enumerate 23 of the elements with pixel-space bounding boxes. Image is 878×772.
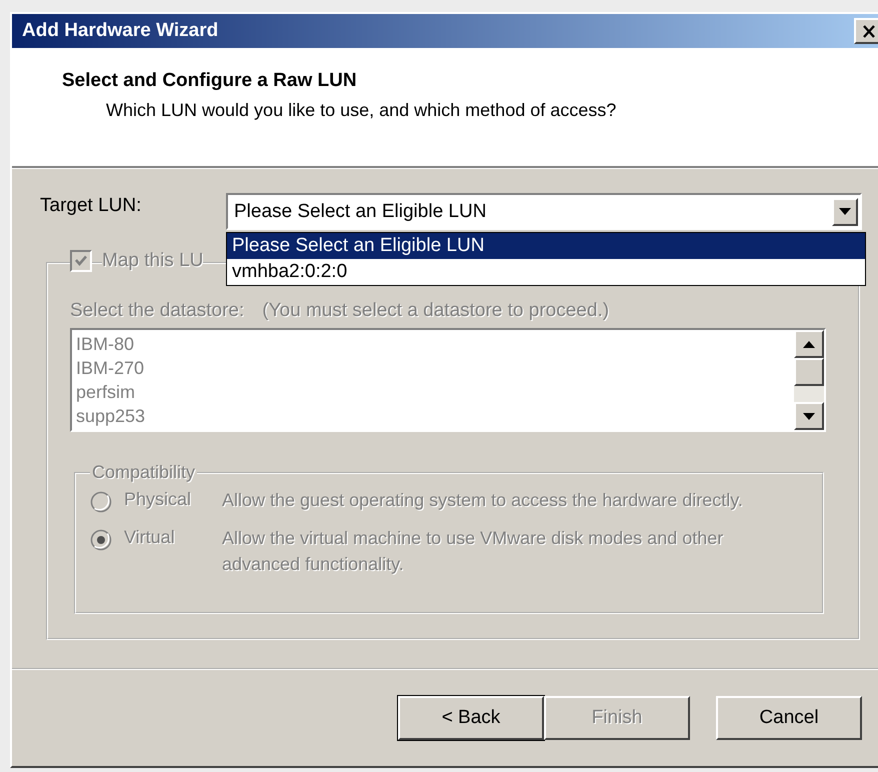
hint-text: (You must select a datastore to proceed.) [262, 300, 610, 322]
field-label: Select the datastore: [70, 300, 244, 322]
group-title: Compatibility [91, 462, 196, 483]
dropdown-button[interactable] [832, 198, 858, 226]
caret-icon [839, 208, 851, 215]
close-button[interactable] [854, 18, 878, 44]
wizard-button[interactable]: Cancel [716, 696, 862, 740]
page-subtitle: Which LUN would you like to use, and which method of access? [106, 100, 618, 121]
wizard-button[interactable]: < Back [398, 696, 544, 740]
window-title: Add Hardware Wizard [22, 20, 218, 42]
dropdown-option[interactable]: vmhba2:0:2:0 [227, 259, 865, 285]
option-description: Allow the virtual machine to use VMware disk modes and other advanced functionality. [222, 527, 724, 576]
down-arrow-icon [803, 412, 815, 420]
option-description: Allow the guest operating system to access the hardware directly. [222, 489, 744, 512]
radio-label: Virtual [123, 527, 176, 548]
close-icon [862, 24, 876, 38]
page-heading: Select and Configure a Raw LUN [62, 70, 358, 92]
dropdown-option[interactable]: Please Select an Eligible LUN [227, 233, 865, 259]
up-arrow-icon [803, 340, 815, 348]
lun-dropdown[interactable]: Please Select an Eligible LUN [226, 193, 862, 230]
radio-label: Physical [123, 489, 192, 510]
checkbox-label: Map this LU [102, 250, 204, 272]
field-label: Target LUN: [40, 194, 142, 217]
